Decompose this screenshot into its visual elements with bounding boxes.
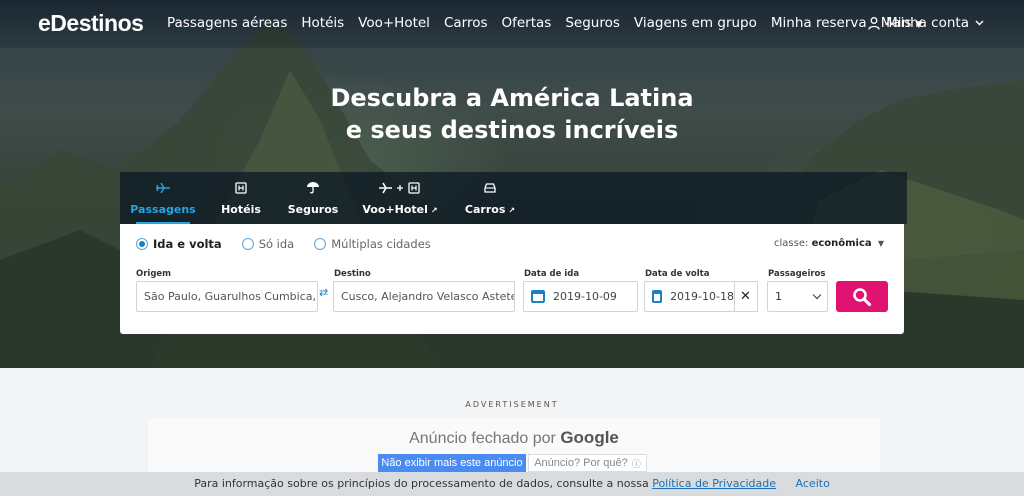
return-date-input[interactable]: 2019-10-18 [644, 281, 735, 312]
external-link-icon: ↗ [508, 206, 516, 215]
tab-hoteis-label: Hotéis [221, 203, 261, 216]
passengers-value: 1 [775, 290, 782, 303]
plane-icon [156, 182, 170, 194]
nav-viagens-em-grupo[interactable]: Viagens em grupo [634, 15, 757, 31]
info-icon: ⓘ [631, 458, 641, 469]
radio-multiplas-cidades-label: Múltiplas cidades [331, 237, 431, 251]
search-icon [853, 287, 872, 306]
passengers-select[interactable]: 1 [767, 281, 828, 312]
cookie-consent-bar: Para informação sobre os princípios do p… [0, 472, 1024, 496]
plane-plus-hotel-icon [360, 172, 440, 194]
tab-voo-hotel[interactable]: Voo+Hotel ↗ [360, 172, 440, 224]
radio-selected-icon [136, 238, 148, 250]
cookie-text: Para informação sobre os princípios do p… [194, 477, 649, 490]
destination-value: Cusco, Alejandro Velasco Astete, Cusco, … [341, 290, 514, 303]
radio-empty-icon [241, 238, 254, 250]
account-label: Minha conta [886, 15, 969, 31]
google-logo-text: Google [560, 428, 619, 447]
privacy-policy-link[interactable]: Política de Privacidade [652, 477, 776, 490]
main-menu: Passagens aéreas Hotéis Voo+Hotel Carros… [167, 15, 936, 31]
flight-search-form: Ida e volta Só ida Múltiplas cidades cla… [120, 224, 904, 334]
tab-carros-label: Carros [464, 203, 506, 216]
top-navigation: eDestinos Passagens aéreas Hotéis Voo+Ho… [0, 0, 1024, 48]
nav-voo-hotel[interactable]: Voo+Hotel [358, 15, 430, 31]
tab-carros[interactable]: Carros ↗ [458, 172, 522, 224]
nav-passagens-aereas[interactable]: Passagens aéreas [167, 15, 287, 31]
clear-return-date-icon[interactable]: ✕ [734, 281, 758, 312]
ad-closed-message: Anúncio fechado por Google [148, 428, 880, 448]
return-date-label: Data de volta [645, 269, 710, 279]
cabin-class-selector[interactable]: classe: econômica ▼ [774, 238, 884, 249]
account-menu[interactable]: Minha conta [868, 15, 984, 31]
tab-hoteis[interactable]: Hotéis [212, 172, 270, 224]
hero-headline-line1: Descubra a América Latina [330, 84, 694, 112]
tab-passagens[interactable]: Passagens [128, 172, 198, 224]
caret-down-icon: ▼ [877, 239, 884, 248]
nav-seguros[interactable]: Seguros [565, 15, 620, 31]
why-this-ad-label: Anúncio? Por quê? [534, 457, 628, 469]
tab-voo-hotel-label: Voo+Hotel [362, 203, 428, 216]
nav-carros[interactable]: Carros [444, 15, 488, 31]
return-date-value: 2019-10-18 [670, 290, 734, 303]
nav-minha-reserva[interactable]: Minha reserva [771, 15, 867, 31]
edestinos-logo[interactable]: eDestinos [38, 10, 144, 37]
hero-headline-line2: e seus destinos incríveis [345, 116, 679, 144]
nav-ofertas[interactable]: Ofertas [502, 15, 552, 31]
tab-seguros-label: Seguros [287, 203, 339, 216]
cabin-class-value: econômica [811, 238, 872, 249]
stop-seeing-ad-button[interactable]: Não exibir mais este anúncio [378, 454, 526, 472]
calendar-icon [652, 290, 663, 303]
radio-ida-e-volta-label: Ida e volta [153, 237, 222, 251]
hotel-icon [235, 182, 247, 194]
radio-so-ida[interactable]: Só ida [241, 237, 295, 251]
user-icon [868, 16, 880, 30]
passengers-label: Passageiros [768, 269, 826, 279]
nav-hoteis[interactable]: Hotéis [301, 15, 344, 31]
hero-headline: Descubra a América Latina e seus destino… [0, 82, 1024, 146]
swap-direction-icon[interactable]: ⇄ [319, 287, 329, 298]
radio-ida-e-volta[interactable]: Ida e volta [136, 237, 222, 251]
tab-seguros[interactable]: Seguros [282, 172, 344, 224]
accept-cookies-button[interactable]: Aceito [796, 477, 830, 490]
origin-label: Origem [136, 269, 172, 279]
ad-closed-text: Anúncio fechado por [409, 430, 556, 447]
cabin-class-label: classe: [774, 238, 809, 249]
trip-type-options: Ida e volta Só ida Múltiplas cidades [136, 237, 431, 251]
search-button[interactable] [836, 281, 888, 312]
radio-multiplas-cidades[interactable]: Múltiplas cidades [314, 237, 431, 251]
calendar-icon [531, 290, 545, 303]
product-tabs: Passagens Hotéis Seguros Voo+Hotel ↗ Car… [120, 172, 907, 224]
depart-date-label: Data de ida [524, 269, 580, 279]
destination-label: Destino [334, 269, 371, 279]
depart-date-input[interactable]: 2019-10-09 [523, 281, 638, 312]
origin-input[interactable]: São Paulo, Guarulhos Cumbica, São Paulo,… [136, 281, 318, 312]
destination-input[interactable]: Cusco, Alejandro Velasco Astete, Cusco, … [333, 281, 515, 312]
advertisement-label: ADVERTISEMENT [465, 400, 559, 409]
radio-empty-icon [314, 238, 327, 250]
origin-value: São Paulo, Guarulhos Cumbica, São Paulo,… [144, 290, 317, 303]
external-link-icon: ↗ [430, 206, 438, 215]
radio-so-ida-label: Só ida [258, 237, 295, 251]
tab-passagens-label: Passagens [130, 203, 196, 216]
car-icon [484, 183, 496, 193]
ad-container: Anúncio fechado por Google Não exibir ma… [148, 418, 880, 478]
umbrella-icon [307, 182, 319, 194]
chevron-down-icon [812, 290, 822, 300]
chevron-down-icon [975, 20, 984, 26]
why-this-ad-button[interactable]: Anúncio? Por quê? ⓘ [528, 454, 647, 472]
depart-date-value: 2019-10-09 [553, 290, 617, 303]
